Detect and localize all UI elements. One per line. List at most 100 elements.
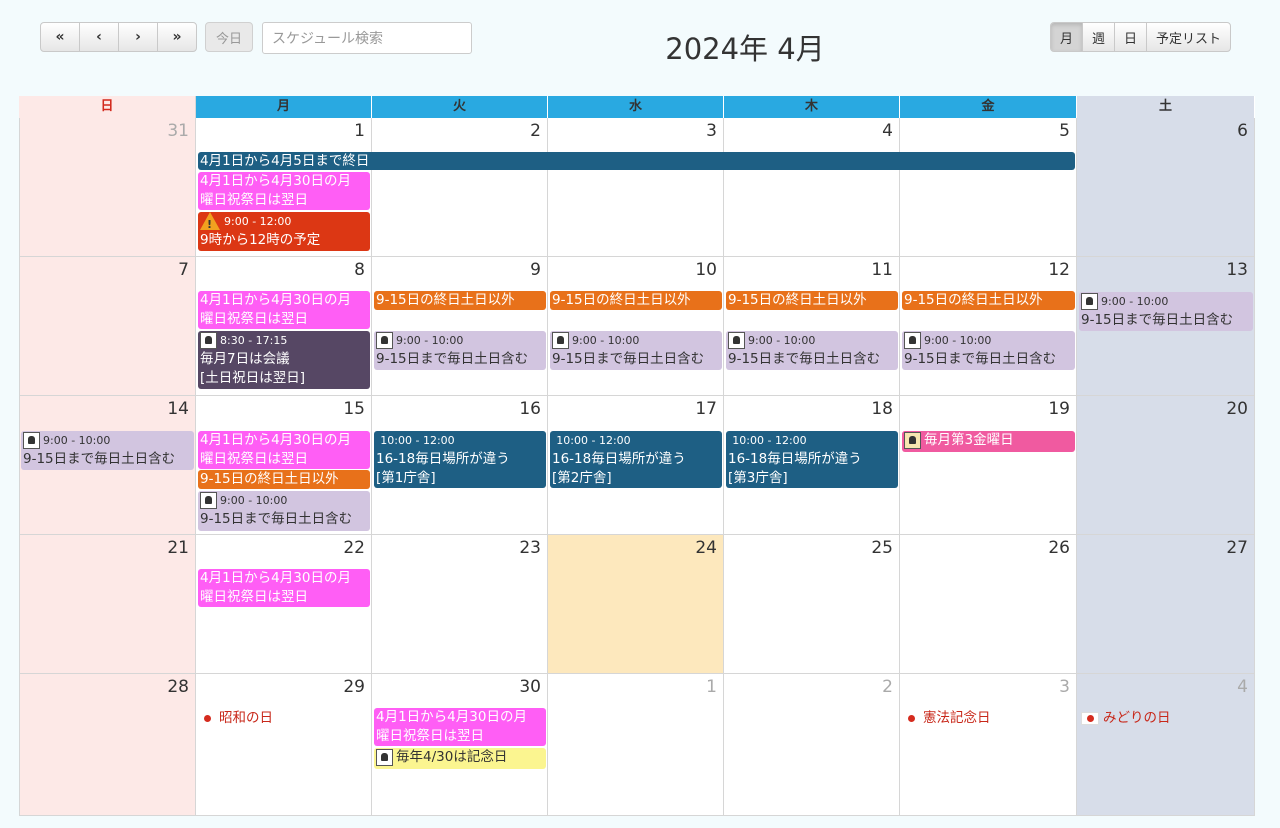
day-number[interactable]: 4 [882, 121, 893, 141]
day-number[interactable]: 10 [695, 260, 717, 280]
event-place[interactable]: 10:00 - 12:00 16-18毎日場所が違う [第1庁舎] [374, 431, 546, 488]
day-number[interactable]: 19 [1048, 399, 1070, 419]
day-number[interactable]: 25 [871, 538, 893, 558]
day-number[interactable]: 20 [1226, 399, 1248, 419]
day-number[interactable]: 8 [354, 260, 365, 280]
month-view-button[interactable]: 月 [1051, 23, 1084, 51]
event-weekday-only[interactable]: 9-15日の終日土日以外 [374, 291, 546, 310]
prev-month-button[interactable]: ‹ [80, 23, 119, 51]
prev-year-button[interactable]: « [41, 23, 80, 51]
event-daily[interactable]: 9:00 - 10:00 9-15日まで毎日土日含む [374, 331, 546, 370]
day-number[interactable]: 1 [706, 677, 717, 697]
day-number[interactable]: 23 [519, 538, 541, 558]
day-cell[interactable]: 2 [372, 118, 548, 257]
weekday-header: 火 [372, 96, 548, 118]
event-third-friday[interactable]: 毎月第3金曜日 [902, 431, 1075, 452]
day-cell[interactable]: 9 [372, 257, 548, 396]
day-number[interactable]: 31 [167, 121, 189, 141]
day-cell[interactable]: 4 [724, 118, 900, 257]
day-number[interactable]: 21 [167, 538, 189, 558]
day-number[interactable]: 17 [695, 399, 717, 419]
day-number[interactable]: 6 [1237, 121, 1248, 141]
day-number[interactable]: 5 [1059, 121, 1070, 141]
day-cell[interactable]: 29 [196, 674, 372, 816]
today-button[interactable]: 今日 [205, 22, 253, 52]
day-number[interactable]: 1 [354, 121, 365, 141]
day-cell[interactable]: 20 [1077, 396, 1255, 535]
day-number[interactable]: 18 [871, 399, 893, 419]
event-daily[interactable]: 9:00 - 10:00 9-15日まで毎日土日含む [21, 431, 194, 470]
day-number[interactable]: 2 [882, 677, 893, 697]
event-daily[interactable]: 9:00 - 10:00 9-15日まで毎日土日含む [550, 331, 722, 370]
day-cell[interactable]: 24 [548, 535, 724, 674]
day-cell[interactable]: 27 [1077, 535, 1255, 674]
day-cell[interactable]: 11 [724, 257, 900, 396]
event-weekday-only[interactable]: 9-15日の終日土日以外 [726, 291, 898, 310]
schedule-search-input[interactable]: スケジュール検索 [262, 22, 472, 54]
event-daily[interactable]: 9:00 - 10:00 9-15日まで毎日土日含む [198, 491, 370, 531]
day-cell[interactable]: 19 [900, 396, 1077, 535]
day-number[interactable]: 3 [1059, 677, 1070, 697]
day-number[interactable]: 22 [343, 538, 365, 558]
event-text: [土日祝日は翌日] [200, 370, 306, 386]
holiday-label[interactable]: 昭和の日 [198, 708, 273, 728]
day-number[interactable]: 11 [871, 260, 893, 280]
week-view-button[interactable]: 週 [1083, 23, 1116, 51]
day-number[interactable]: 26 [1048, 538, 1070, 558]
holiday-label[interactable]: みどりの日 [1079, 708, 1171, 728]
day-cell[interactable]: 10 [548, 257, 724, 396]
event-monthly-holiday[interactable]: 4月1日から4月30日の月 曜日祝祭日は翌日 [198, 291, 370, 329]
event-bar-april-1-5[interactable]: 4月1日から4月5日まで終日 [198, 152, 1075, 170]
day-cell[interactable]: 4 [1077, 674, 1255, 816]
day-cell[interactable]: 7 [19, 257, 196, 396]
day-number[interactable]: 3 [706, 121, 717, 141]
day-view-button[interactable]: 日 [1115, 23, 1148, 51]
day-cell[interactable]: 3 [548, 118, 724, 257]
next-month-button[interactable]: › [119, 23, 158, 51]
day-number[interactable]: 15 [343, 399, 365, 419]
event-monthly-holiday[interactable]: 4月1日から4月30日の月 曜日祝祭日は翌日 [198, 431, 370, 469]
event-weekday-only[interactable]: 9-15日の終日土日以外 [550, 291, 722, 310]
day-number[interactable]: 4 [1237, 677, 1248, 697]
event-weekday-only[interactable]: 9-15日の終日土日以外 [902, 291, 1075, 310]
event-daily[interactable]: 9:00 - 10:00 9-15日まで毎日土日含む [726, 331, 898, 370]
day-cell[interactable]: 28 [19, 674, 196, 816]
day-number[interactable]: 2 [530, 121, 541, 141]
day-cell[interactable]: 3 [900, 674, 1077, 816]
event-daily[interactable]: 9:00 - 10:00 9-15日まで毎日土日含む [902, 331, 1075, 370]
day-number[interactable]: 7 [178, 260, 189, 280]
day-cell[interactable]: 12 [900, 257, 1077, 396]
day-number[interactable]: 27 [1226, 538, 1248, 558]
event-weekday-only[interactable]: 9-15日の終日土日以外 [198, 470, 370, 489]
day-cell[interactable]: 23 [372, 535, 548, 674]
day-cell[interactable]: 31 [19, 118, 196, 257]
day-cell[interactable]: 26 [900, 535, 1077, 674]
list-view-button[interactable]: 予定リスト [1147, 23, 1230, 51]
day-number[interactable]: 13 [1226, 260, 1248, 280]
day-number[interactable]: 30 [519, 677, 541, 697]
day-number[interactable]: 16 [519, 399, 541, 419]
event-place[interactable]: 10:00 - 12:00 16-18毎日場所が違う [第2庁舎] [550, 431, 722, 488]
day-cell[interactable]: 25 [724, 535, 900, 674]
day-number[interactable]: 14 [167, 399, 189, 419]
day-number[interactable]: 9 [530, 260, 541, 280]
event-daily[interactable]: 9:00 - 10:00 9-15日まで毎日土日含む [1079, 292, 1253, 331]
day-number[interactable]: 24 [695, 538, 717, 558]
day-cell[interactable]: 1 [548, 674, 724, 816]
day-number[interactable]: 12 [1048, 260, 1070, 280]
day-number[interactable]: 29 [343, 677, 365, 697]
day-cell[interactable]: 21 [19, 535, 196, 674]
event-anniversary[interactable]: 毎年4/30は記念日 [374, 748, 546, 769]
day-cell[interactable]: 2 [724, 674, 900, 816]
day-cell[interactable]: 6 [1077, 118, 1255, 257]
event-meeting[interactable]: 8:30 - 17:15 毎月7日は会議 [土日祝日は翌日] [198, 331, 370, 389]
event-monthly-holiday[interactable]: 4月1日から4月30日の月 曜日祝祭日は翌日 [198, 172, 370, 210]
next-year-button[interactable]: » [158, 23, 196, 51]
event-monthly-holiday[interactable]: 4月1日から4月30日の月 曜日祝祭日は翌日 [198, 569, 370, 607]
event-warning[interactable]: 9:00 - 12:00 9時から12時の予定 [198, 212, 370, 251]
day-cell[interactable]: 5 [900, 118, 1077, 257]
day-number[interactable]: 28 [167, 677, 189, 697]
holiday-label[interactable]: 憲法記念日 [902, 708, 991, 728]
event-monthly-holiday[interactable]: 4月1日から4月30日の月 曜日祝祭日は翌日 [374, 708, 546, 746]
event-place[interactable]: 10:00 - 12:00 16-18毎日場所が違う [第3庁舎] [726, 431, 898, 488]
